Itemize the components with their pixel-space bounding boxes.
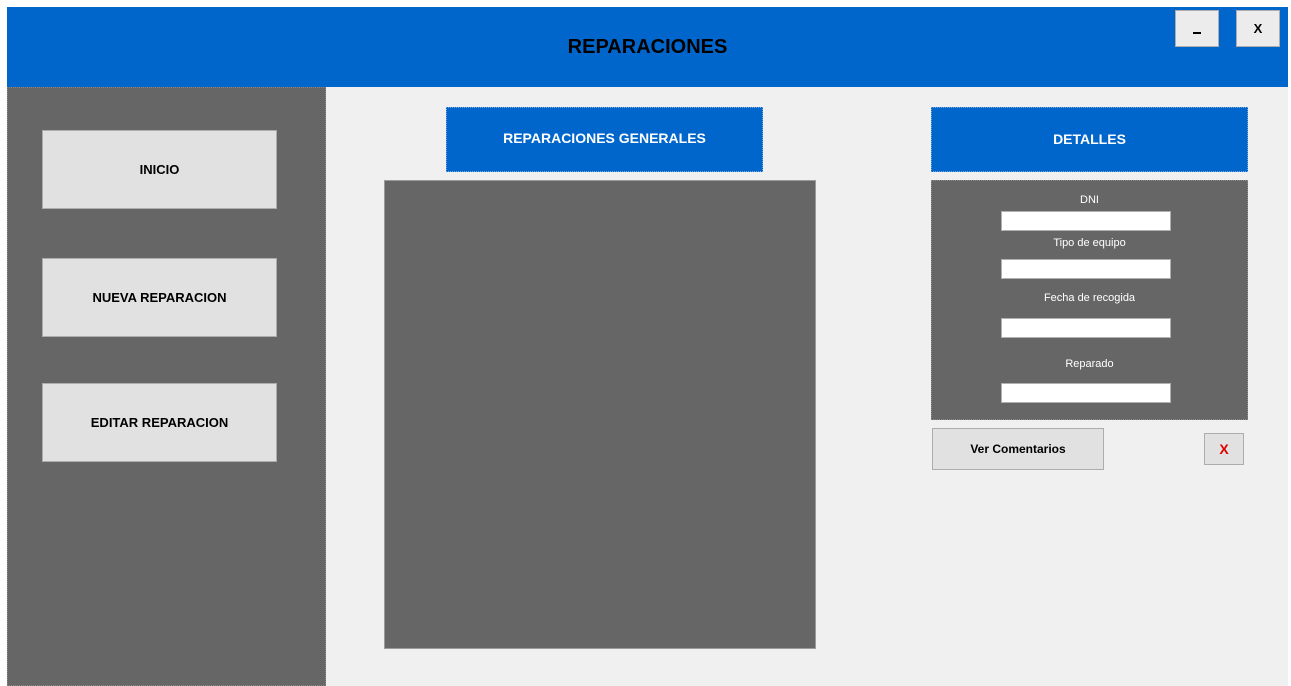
- nueva-reparacion-button[interactable]: NUEVA REPARACION: [42, 258, 277, 337]
- delete-button[interactable]: X: [1204, 433, 1244, 465]
- delete-icon: X: [1219, 441, 1229, 457]
- editar-reparacion-button[interactable]: EDITAR REPARACION: [42, 383, 277, 462]
- window-title: REPARACIONES: [567, 36, 728, 58]
- nueva-reparacion-button-label: NUEVA REPARACION: [92, 290, 227, 305]
- close-icon: X: [1253, 21, 1263, 36]
- fecha-recogida-label: Fecha de recogida: [1043, 292, 1136, 304]
- ver-comentarios-button[interactable]: Ver Comentarios: [932, 428, 1104, 470]
- inicio-button[interactable]: INICIO: [42, 130, 277, 209]
- dni-label: DNI: [1080, 194, 1099, 206]
- sidebar: INICIO NUEVA REPARACION EDITAR REPARACIO…: [7, 87, 326, 686]
- close-window-button[interactable]: X: [1236, 10, 1280, 47]
- title-bar: REPARACIONES X: [7, 7, 1288, 87]
- inicio-button-label: INICIO: [139, 162, 180, 177]
- minimize-icon: [1193, 31, 1201, 34]
- fecha-recogida-field[interactable]: [1001, 318, 1171, 338]
- dni-field[interactable]: [1001, 211, 1171, 231]
- detalles-header: DETALLES: [931, 107, 1248, 172]
- reparado-field[interactable]: [1001, 383, 1171, 403]
- tipo-equipo-label: Tipo de equipo: [1053, 237, 1126, 249]
- reparaciones-list[interactable]: [384, 180, 816, 649]
- app-window: REPARACIONES X INICIO NUEVA REPARACION E…: [7, 7, 1288, 686]
- reparaciones-generales-header: REPARACIONES GENERALES: [446, 107, 763, 172]
- tipo-equipo-field[interactable]: [1001, 259, 1171, 279]
- minimize-button[interactable]: [1175, 10, 1219, 47]
- details-panel: DNI Tipo de equipo Fecha de recogida Rep…: [931, 180, 1248, 420]
- ver-comentarios-label: Ver Comentarios: [970, 442, 1066, 456]
- reparado-label: Reparado: [1065, 358, 1114, 370]
- editar-reparacion-button-label: EDITAR REPARACION: [90, 415, 229, 430]
